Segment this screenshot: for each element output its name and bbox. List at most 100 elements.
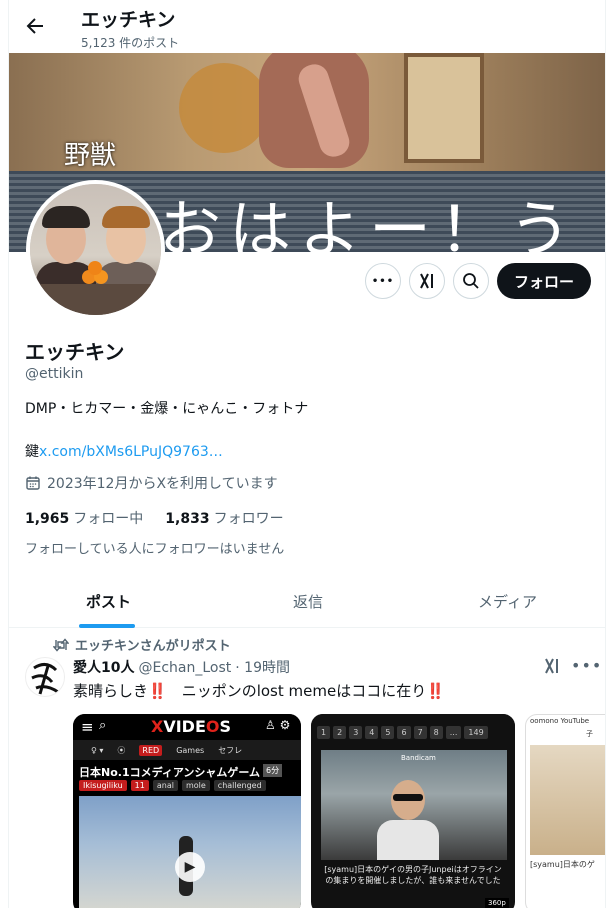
site-logo-vide: VIDE bbox=[163, 717, 206, 736]
tweet-author-avatar[interactable] bbox=[25, 657, 65, 697]
site-logo-o: O bbox=[205, 717, 220, 736]
tweet-text-part2: ニッポンのlost memeはココに在り bbox=[166, 682, 427, 700]
video-thumbnail: Bandicam bbox=[321, 750, 507, 860]
double-exclamation-icon: ‼️ bbox=[148, 682, 167, 700]
banner-small-text: 野獣 bbox=[64, 141, 117, 171]
followers-link[interactable]: 1,833 フォロワー bbox=[165, 508, 283, 528]
video-tag: 11 bbox=[130, 780, 149, 791]
tab-posts[interactable]: ポスト bbox=[9, 575, 208, 628]
profile-link[interactable]: x.com/bXMs6LPuJQ9763… bbox=[39, 444, 223, 460]
video-tags: Ikisugiliku 11 anal mole challenged bbox=[79, 780, 266, 791]
video-thumbnail bbox=[530, 745, 605, 855]
followers-label: フォロワー bbox=[213, 511, 284, 527]
page-number: 149 bbox=[464, 725, 488, 739]
nav-item: ♀ ▾ bbox=[91, 745, 104, 755]
page-number: ... bbox=[445, 725, 462, 739]
page-number: 2 bbox=[333, 725, 347, 739]
follow-button[interactable]: フォロー bbox=[497, 263, 591, 299]
tweet-more-button[interactable]: ••• bbox=[571, 656, 602, 675]
tweet-media-3[interactable]: oomono YouTube 子 [syamu]日本のゲ bbox=[525, 714, 605, 908]
repost-indicator: エッチキンさんがリポスト bbox=[53, 635, 231, 654]
tab-replies[interactable]: 返信 bbox=[208, 575, 408, 628]
profile-link-row: 鍵x.com/bXMs6LPuJQ9763… bbox=[25, 441, 223, 461]
media-header-2: 子 bbox=[586, 730, 593, 738]
followers-you-know-note: フォローしている人にフォロワーはいません bbox=[25, 542, 285, 557]
avatar-table bbox=[30, 284, 161, 315]
watermark: Bandicam bbox=[401, 754, 436, 762]
tweet-media-1[interactable]: ≡ ⌕ XVIDEOS ♙ ⚙ ♀ ▾ ⦿ RED Games セフレ 日本No… bbox=[73, 714, 301, 908]
nav-item: RED bbox=[139, 744, 163, 756]
grok-icon bbox=[420, 273, 433, 289]
media-header: oomono YouTube bbox=[530, 717, 590, 725]
tab-media[interactable]: メディア bbox=[408, 575, 605, 628]
page-number: 4 bbox=[365, 725, 379, 739]
video-caption: [syamu]日本のゲ bbox=[530, 860, 595, 869]
grok-icon bbox=[545, 658, 558, 674]
tweet-author-handle[interactable]: @Echan_Lost bbox=[138, 660, 231, 676]
tweet-header: 愛人10人 @Echan_Lost · 19時間 bbox=[73, 657, 290, 677]
tweet-text: 素晴らしき‼️ ニッポンのlost memeはココに在り‼️ bbox=[73, 680, 445, 701]
video-thumbnail: ▶ bbox=[79, 796, 301, 908]
search-profile-button[interactable] bbox=[453, 263, 489, 299]
sunglasses bbox=[393, 794, 423, 801]
tweet-author-name[interactable]: 愛人10人 bbox=[73, 657, 134, 677]
nav-item: セフレ bbox=[218, 745, 243, 755]
video-duration: 6分 bbox=[263, 764, 283, 777]
post-count: 5,123 件のポスト bbox=[81, 36, 180, 50]
header-title: エッチキン bbox=[81, 9, 176, 31]
more-options-button[interactable]: ••• bbox=[365, 263, 401, 299]
following-count: 1,965 bbox=[25, 511, 70, 527]
site-nav: ♀ ▾ ⦿ RED Games セフレ bbox=[73, 740, 301, 760]
nav-item: ⦿ bbox=[117, 745, 126, 755]
site-logo: XVIDEOS bbox=[151, 717, 231, 736]
nav-item: Games bbox=[176, 745, 205, 755]
profile-page: エッチキン 5,123 件のポスト 野獣 おはよー！うんこ ••• フォロー bbox=[8, 0, 606, 908]
video-tag: anal bbox=[152, 780, 178, 791]
tweet-media-2[interactable]: 1 2 3 4 5 6 7 8 ... 149 Bandicam [syamu]… bbox=[311, 714, 515, 908]
video-tag: Ikisugiliku bbox=[79, 780, 127, 791]
video-tag: challenged bbox=[213, 780, 266, 791]
profile-avatar[interactable] bbox=[26, 180, 165, 319]
site-logo-x: X bbox=[151, 717, 164, 736]
pagination-bar: 1 2 3 4 5 6 7 8 ... 149 bbox=[311, 714, 515, 750]
search-icon bbox=[463, 273, 479, 289]
tweet-grok-button[interactable] bbox=[543, 657, 567, 679]
tweet-text-part1: 素晴らしき bbox=[73, 682, 149, 700]
user-and-settings-icons: ♙ ⚙ bbox=[265, 718, 291, 732]
person-shirt bbox=[377, 820, 439, 860]
repost-icon bbox=[53, 637, 69, 652]
tweet-time[interactable]: · 19時間 bbox=[235, 657, 290, 677]
video-tag: mole bbox=[181, 780, 210, 791]
followers-count: 1,833 bbox=[165, 511, 210, 527]
active-tab-indicator bbox=[79, 624, 135, 628]
calendar-icon bbox=[26, 476, 40, 490]
link-prefix: 鍵 bbox=[25, 444, 39, 460]
video-caption: [syamu]日本のゲイの男の子Junpeiはオフラインの集まりを開催しましたが… bbox=[324, 865, 502, 885]
following-link[interactable]: 1,965 フォロー中 bbox=[25, 508, 143, 528]
back-arrow-icon[interactable] bbox=[23, 14, 47, 38]
following-label: フォロー中 bbox=[73, 511, 144, 527]
double-exclamation-icon: ‼️ bbox=[426, 682, 445, 700]
avatar-person-right-hair bbox=[102, 206, 150, 228]
banner-door bbox=[404, 53, 484, 163]
banner-caption-text: おはよー！うんこ bbox=[159, 193, 580, 252]
site-logo-s: S bbox=[219, 717, 232, 736]
page-number: 8 bbox=[429, 725, 443, 739]
more-icon: ••• bbox=[371, 275, 395, 287]
site-header: ≡ ⌕ XVIDEOS ♙ ⚙ bbox=[73, 714, 301, 740]
page-number: 6 bbox=[397, 725, 411, 739]
grok-button[interactable] bbox=[409, 263, 445, 299]
banner-plant bbox=[179, 63, 269, 153]
video-resolution: 360p bbox=[485, 898, 509, 908]
page-number: 5 bbox=[381, 725, 395, 739]
joined-date: 2023年12月からXを利用しています bbox=[25, 473, 278, 493]
top-bar: エッチキン 5,123 件のポスト bbox=[9, 0, 605, 53]
repost-label[interactable]: エッチキンさんがリポスト bbox=[75, 635, 231, 654]
profile-tabs: ポスト 返信 メディア bbox=[9, 575, 605, 628]
avatar-orange bbox=[88, 261, 102, 275]
joined-text: 2023年12月からXを利用しています bbox=[47, 476, 278, 492]
video-title: 日本No.1コメディアンシャムゲーム bbox=[79, 766, 261, 779]
search-icon: ⌕ bbox=[99, 718, 107, 733]
page-number: 3 bbox=[349, 725, 363, 739]
play-icon[interactable]: ▶ bbox=[175, 852, 205, 882]
